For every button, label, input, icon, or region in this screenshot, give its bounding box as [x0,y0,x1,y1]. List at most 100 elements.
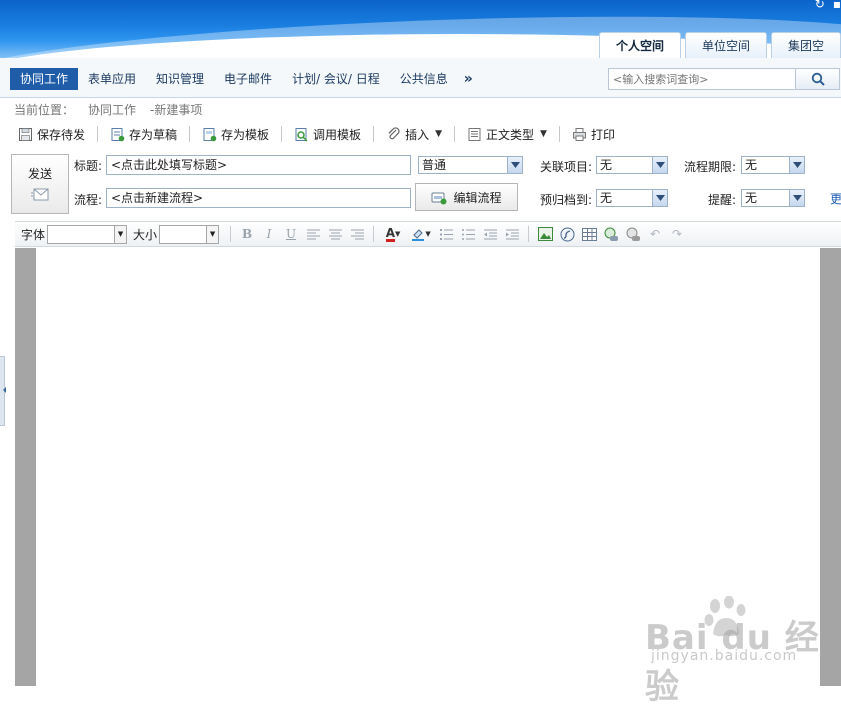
insert-image-icon[interactable] [534,224,556,244]
italic-icon[interactable]: I [258,224,280,244]
print-button[interactable]: 打印 [566,123,621,145]
breadcrumb-page: -新建事项 [150,103,203,117]
font-color-glyph: A [385,225,395,242]
insert-table-icon[interactable] [578,224,600,244]
font-label: 字体 [21,227,46,242]
font-color-icon[interactable]: A ▼ [379,224,407,244]
flow-deadline-label: 流程期限: [684,160,737,174]
paperclip-icon [388,126,400,139]
priority-value: 普通 [422,158,447,172]
reminder-select[interactable]: 无 [741,189,805,207]
send-button[interactable]: 发送 [11,154,69,214]
body-type-button[interactable]: 正文类型 ▼ [461,123,553,145]
tab-personal-space[interactable]: 个人空间 [598,32,681,58]
pre-archive-select[interactable]: 无 [596,189,668,207]
edit-flow-icon [431,192,447,204]
flow-label: 流程: [74,193,103,207]
save-template-icon [203,127,217,141]
printer-icon [572,127,586,141]
related-project-select[interactable]: 无 [596,156,668,174]
dropdown-caret-icon: ▼ [435,129,442,139]
tab-unit-space[interactable]: 单位空间 [684,32,767,58]
use-template-button[interactable]: 调用模板 [288,123,367,145]
user-icon[interactable]: ▪ [833,0,841,10]
priority-select[interactable]: 普通 [418,156,523,174]
editor-toolbar: 字体 ▼ 大小 ▼ B I U A ▼ ▼ ↶ ↷ [15,221,841,247]
toolbar-divider [230,226,232,242]
breadcrumb-section[interactable]: 协同工作 [88,101,136,117]
related-project-label: 关联项目: [540,160,593,174]
outdent-icon[interactable] [479,224,501,244]
edit-flow-button[interactable]: 编辑流程 [415,183,518,211]
menu-item-email[interactable]: 电子邮件 [214,68,282,90]
redo-icon[interactable]: ↷ [666,224,688,244]
sidebar-collapse-handle[interactable] [0,356,6,426]
save-template-label: 存为模板 [221,127,270,142]
insert-link-icon[interactable] [600,224,622,244]
breadcrumb: 当前位置： 协同工作 -新建事项 [14,101,202,117]
undo-icon[interactable]: ↶ [644,224,666,244]
flow-input[interactable]: <点击新建流程> [106,188,411,208]
toolbar-divider [528,226,530,242]
save-draft-label: 存为草稿 [129,127,178,142]
remove-link-icon[interactable] [622,224,644,244]
dropdown-caret-icon: ▼ [540,129,547,139]
flow-deadline-value: 无 [745,158,758,172]
indent-icon[interactable] [501,224,523,244]
numbered-list-icon[interactable] [435,224,457,244]
breadcrumb-prefix: 当前位置： [14,103,75,117]
more-options-link[interactable]: 更 [830,190,841,207]
insert-flash-icon[interactable] [556,224,578,244]
chevron-down-icon [789,157,804,173]
banner-icons: ↻ ▪ [815,0,841,10]
font-family-select[interactable]: ▼ [47,224,128,244]
menu-item-knowledge[interactable]: 知识管理 [146,68,214,90]
menu-item-public-info[interactable]: 公共信息 [390,68,458,90]
search-box [608,68,840,90]
edit-flow-label: 编辑流程 [453,190,502,205]
pre-archive-label: 预归档到: [540,193,593,207]
bold-icon[interactable]: B [236,224,258,244]
insert-button[interactable]: 插入 ▼ [380,123,448,145]
floppy-disk-icon [19,127,32,141]
document-icon [468,127,481,141]
chevron-down-icon [652,190,667,206]
underline-icon[interactable]: U [280,224,302,244]
flow-deadline-select[interactable]: 无 [741,156,805,174]
title-label: 标题: [74,159,103,173]
align-center-icon[interactable] [324,224,346,244]
toolbar-divider [189,126,191,142]
dropdown-caret-icon: ▼ [206,225,219,243]
bullet-list-icon[interactable] [457,224,479,244]
save-draft-button[interactable]: 存为草稿 [104,123,183,145]
menu-item-collaboration[interactable]: 协同工作 [10,68,79,90]
font-size-select[interactable]: ▼ [159,224,220,244]
reminder-value: 无 [745,191,758,205]
body-type-label: 正文类型 [486,127,535,142]
save-pending-button[interactable]: 保存待发 [12,123,91,145]
tab-group-space[interactable]: 集团空 [770,32,841,58]
highlight-color-icon[interactable]: ▼ [407,224,435,244]
insert-label: 插入 [405,127,430,142]
menu-more-icon[interactable]: » [458,71,479,87]
search-icon [811,72,825,86]
align-left-icon[interactable] [302,224,324,244]
save-pending-label: 保存待发 [37,127,86,142]
related-project-value: 无 [600,158,613,172]
refresh-icon[interactable]: ↻ [815,0,825,10]
watermark-url: jingyan.baidu.com [651,648,798,664]
menu-item-plan-meeting-schedule[interactable]: 计划/ 会议/ 日程 [282,68,390,90]
menu-item-forms[interactable]: 表单应用 [78,68,146,90]
align-right-icon[interactable] [346,224,368,244]
main-menu-bar: 协同工作 表单应用 知识管理 电子邮件 计划/ 会议/ 日程 公共信息 » [0,58,841,98]
toolbar-divider [558,126,560,142]
size-label: 大小 [133,227,158,242]
dropdown-caret-icon: ▼ [114,225,127,243]
save-template-button[interactable]: 存为模板 [196,123,275,145]
toolbar-divider [454,126,455,142]
send-label: 发送 [27,167,52,181]
action-toolbar: 保存待发 存为草稿 存为模板 调用模板 插入 ▼ 正文类型 ▼ 打印 [0,121,841,147]
title-input[interactable]: <点击此处填写标题> [106,155,411,175]
search-button[interactable] [795,69,839,89]
search-input[interactable] [609,69,796,89]
